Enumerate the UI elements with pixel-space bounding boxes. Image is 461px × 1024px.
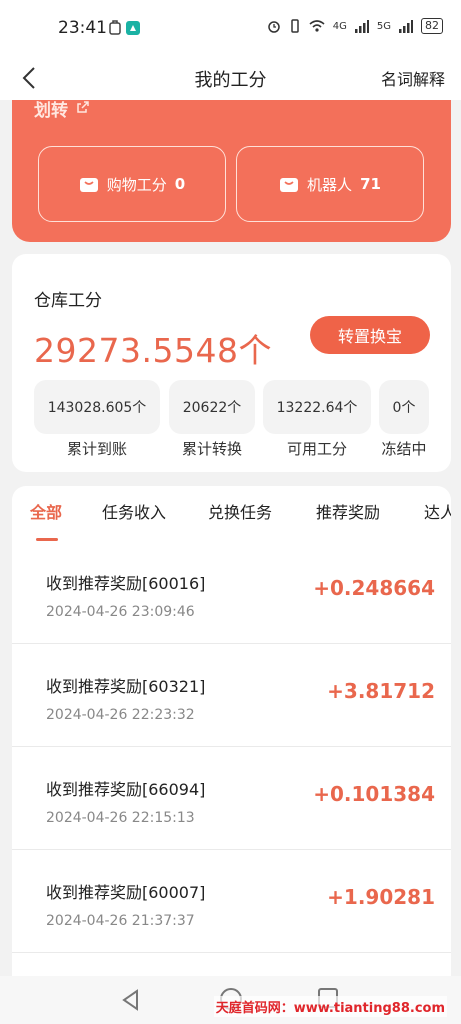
stat-available-label: 可用工分 [286,440,347,458]
shopping-points-label: 购物工分 [106,175,167,194]
warehouse-total: 29273.5548个 [34,331,272,370]
tab-expert[interactable]: 达人 [424,499,451,523]
status-time: 23:41 [58,18,107,38]
status-bar: 23:41 4G 5G 82 [0,0,461,56]
record-title: 收到推荐奖励[60007] [46,883,206,902]
notification-icon [109,20,121,35]
stat-frozen-label: 冻结中 [381,440,427,458]
record-time: 2024-04-26 21:37:37 [46,913,195,929]
nav-header: 我的工分 名词解释 [0,56,461,100]
battery-indicator: 82 [421,18,443,34]
record-title: 收到推荐奖励[66094] [46,780,206,799]
signal-bars-icon-2 [399,20,413,33]
convert-button[interactable]: 转置换宝 [310,316,430,354]
robot-label: 机器人 [307,175,353,194]
tab-exchange-task[interactable]: 兑换任务 [208,499,272,523]
robot-value: 71 [360,175,381,193]
record-amount: +0.248664 [313,576,435,600]
system-nav-bar: 天庭首码网：www.tianting88.com [0,976,461,1024]
record-amount: +3.81712 [327,679,435,703]
shopping-bag-icon [79,178,98,192]
robot-button[interactable]: 机器人 71 [236,146,424,222]
record-time: 2024-04-26 23:09:46 [46,604,195,620]
transfer-link[interactable]: 划转 [34,96,68,121]
list-item[interactable]: 收到推荐奖励[60321] 2024-04-26 22:23:32 +3.817… [12,645,451,747]
record-title: 收到推荐奖励[60321] [46,677,206,696]
tab-task-income[interactable]: 任务收入 [102,499,166,523]
stat-available-value: 13222.64个 [263,380,371,434]
watermark: 天庭首码网：www.tianting88.com [213,996,447,1017]
list-item[interactable]: 收到推荐奖励[60007] 2024-04-26 21:37:37 +1.902… [12,851,451,953]
record-amount: +1.90281 [327,885,435,909]
record-title: 收到推荐奖励[60016] [46,574,206,593]
external-link-icon [77,101,89,113]
list-item[interactable]: 收到推荐奖励[60016] 2024-04-26 23:09:46 +0.248… [12,542,451,644]
alarm-icon [268,21,280,33]
shopping-points-button[interactable]: 购物工分 0 [38,146,226,222]
wifi-icon [309,20,325,32]
shopping-bag-icon [280,178,299,192]
points-summary-card: 划转 购物工分 0 机器人 71 [12,100,451,242]
stat-received-label: 累计到账 [66,440,127,458]
tab-all[interactable]: 全部 [30,499,62,523]
signal-5g-label: 5G [376,20,391,32]
status-right-icons: 4G 5G 82 [267,18,443,34]
record-tabs: 全部 任务收入 兑换任务 推荐奖励 达人 [12,486,451,542]
record-time: 2024-04-26 22:15:13 [46,810,195,826]
signal-4g-label: 4G [332,20,347,32]
tab-referral-reward[interactable]: 推荐奖励 [316,499,380,523]
stat-converted-label: 累计转换 [181,440,242,458]
active-tab-indicator [36,538,58,541]
stat-received-value: 143028.605个 [34,380,160,434]
stat-converted-value: 20622个 [169,380,255,434]
app-store-icon [126,21,140,35]
records-card: 全部 任务收入 兑换任务 推荐奖励 达人 收到推荐奖励[60016] 2024-… [12,486,451,986]
record-amount: +0.101384 [313,782,435,806]
stat-frozen-value: 0个 [379,380,429,434]
shopping-points-value: 0 [174,175,186,193]
warehouse-card: 仓库工分 29273.5548个 转置换宝 143028.605个 20622个… [12,254,451,472]
warehouse-title: 仓库工分 [34,291,102,311]
signal-bars-icon [354,20,369,33]
list-item[interactable]: 收到推荐奖励[66094] 2024-04-26 22:15:13 +0.101… [12,748,451,850]
vibrate-icon [291,19,299,33]
record-time: 2024-04-26 22:23:32 [46,707,195,723]
glossary-link[interactable]: 名词解释 [381,66,445,90]
nav-back-icon[interactable] [120,988,142,1012]
